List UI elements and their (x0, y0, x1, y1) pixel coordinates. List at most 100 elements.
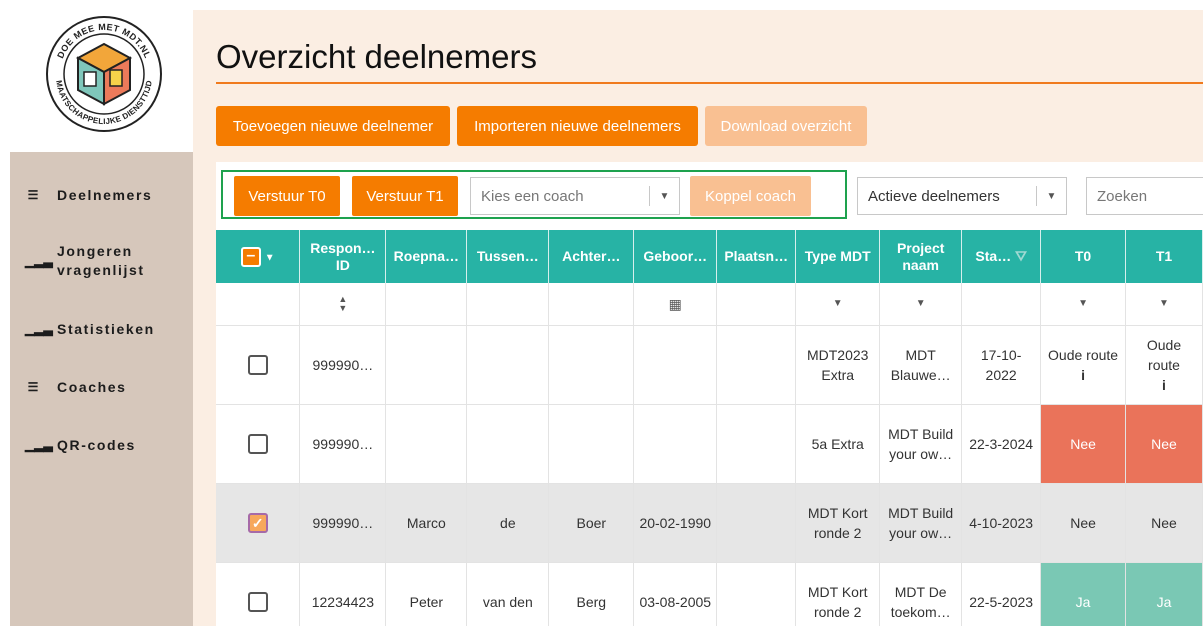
filter-icon[interactable]: ⛛ (1015, 248, 1027, 264)
col-project-naam[interactable]: Project naam (879, 230, 963, 283)
cell-plaats (716, 483, 797, 563)
filter-cell[interactable] (385, 283, 468, 326)
table-row[interactable]: ✓ 999990… Marco de Boer 20-02-1990 MDT K… (216, 483, 1203, 563)
calendar-icon[interactable]: ▦ (633, 283, 718, 326)
filter-cell[interactable] (716, 283, 797, 326)
cell-geboorte (633, 404, 718, 484)
chevron-down-icon[interactable]: ▼ (879, 283, 963, 326)
row-checkbox[interactable] (247, 355, 268, 376)
cell-roepnaam (385, 325, 468, 405)
coach-select[interactable]: Kies een coach ▼ (470, 177, 680, 215)
status-filter-select[interactable]: Actieve deelnemers ▼ (857, 177, 1067, 215)
sidebar-item-label: Statistieken (57, 321, 155, 337)
table-row[interactable]: 999990… MDT2023 Extra MDT Blauwe… 17-10-… (216, 325, 1203, 405)
cell-geboorte: 03-08-2005 (633, 562, 718, 626)
participants-grid: Verstuur T0 Verstuur T1 Kies een coach ▼… (216, 162, 1203, 626)
filter-cell[interactable] (548, 283, 635, 326)
cell-plaats (716, 325, 797, 405)
info-icon[interactable]: i (1162, 377, 1166, 393)
cell-project: MDT De toekom… (879, 562, 963, 626)
sidebar-item-statistieken[interactable]: ▁▂▃ Statistieken (10, 320, 193, 339)
import-participants-button[interactable]: Importeren nieuwe deelnemers (457, 106, 698, 146)
row-select[interactable] (216, 325, 301, 405)
cell-start: 22-5-2023 (961, 562, 1042, 626)
col-respondent-id[interactable]: Respon… ID (299, 230, 387, 283)
chevron-down-icon[interactable]: ▼ (265, 252, 275, 263)
cell-type: MDT2023 Extra (795, 325, 881, 405)
chevron-down-icon: ▼ (1036, 186, 1066, 206)
cell-tussen (466, 325, 550, 405)
select-all-header[interactable]: – ▼ (216, 230, 301, 283)
download-overview-button[interactable]: Download overzicht (705, 106, 867, 146)
add-participant-button[interactable]: Toevoegen nieuwe deelnemer (216, 106, 450, 146)
send-t0-button[interactable]: Verstuur T0 (234, 176, 340, 216)
sort-icon[interactable]: ▲ ▼ (299, 283, 387, 326)
chevron-down-icon[interactable]: ▼ (795, 283, 881, 326)
participants-table: – ▼ Respon… ID Roepna… Tussen… Achter… G… (216, 230, 1203, 626)
title-divider (216, 82, 1203, 84)
cell-t0: Ja (1040, 562, 1126, 626)
cell-t0: Nee (1040, 404, 1126, 484)
row-checkbox[interactable]: ✓ (247, 513, 268, 534)
cell-plaats (716, 562, 797, 626)
filter-row: ▲ ▼ ▦ ▼ ▼ ▼ ▼ (216, 283, 1203, 326)
page-title: Overzicht deelnemers (216, 38, 537, 75)
cell-type: 5a Extra (795, 404, 881, 484)
sidebar-item-coaches[interactable]: ☰ Coaches (10, 378, 193, 397)
sidebar-item-label: QR-codes (57, 437, 136, 453)
search-input[interactable]: Zoeken (1086, 177, 1203, 215)
list-icon: ☰ (27, 188, 39, 202)
row-select[interactable]: ✓ (216, 483, 301, 563)
mdt-logo[interactable]: DOE MEE MET MDT.NL MAATSCHAPPELIJKE DIEN… (44, 14, 164, 134)
filter-cell[interactable] (466, 283, 550, 326)
row-select[interactable] (216, 404, 301, 484)
col-plaatsnaam[interactable]: Plaatsn… (716, 230, 797, 283)
table-row[interactable]: 999990… 5a Extra MDT Build your ow… 22-3… (216, 404, 1203, 484)
cell-id: 999990… (299, 404, 387, 484)
sidebar-nav: ☰ Deelnemers ▁▂▃ Jongeren vragenlijst ▁▂… (10, 152, 193, 626)
chart-icon: ▁▂▃ (25, 253, 53, 268)
chart-icon: ▁▂▃ (25, 322, 53, 336)
cell-achter: Berg (548, 562, 635, 626)
col-start-label: Sta… (975, 248, 1012, 264)
cell-start: 22-3-2024 (961, 404, 1042, 484)
sidebar-item-label: Coaches (57, 379, 127, 395)
col-t1[interactable]: T1 (1125, 230, 1203, 283)
chevron-down-icon[interactable]: ▼ (1125, 283, 1203, 326)
cell-type: MDT Kort ronde 2 (795, 483, 881, 563)
coach-select-placeholder: Kies een coach (481, 187, 584, 205)
chart-icon: ▁▂▃ (25, 438, 53, 452)
sidebar-item-deelnemers[interactable]: ☰ Deelnemers (10, 186, 193, 205)
cell-t1: Nee (1125, 483, 1203, 563)
t0-status: Oude route (1048, 346, 1119, 363)
cell-project: MDT Build your ow… (879, 404, 963, 484)
cell-achter (548, 325, 635, 405)
info-icon[interactable]: i (1081, 367, 1085, 383)
link-coach-button[interactable]: Koppel coach (690, 176, 811, 216)
col-type-mdt[interactable]: Type MDT (795, 230, 881, 283)
header-row: – ▼ Respon… ID Roepna… Tussen… Achter… G… (216, 230, 1203, 283)
col-tussenvoegsel[interactable]: Tussen… (466, 230, 550, 283)
col-start[interactable]: Sta… ⛛ (961, 230, 1042, 283)
col-roepnaam[interactable]: Roepna… (385, 230, 468, 283)
cell-start: 17-10-2022 (961, 325, 1042, 405)
cell-tussen (466, 404, 550, 484)
cell-geboorte: 20-02-1990 (633, 483, 718, 563)
sidebar-item-jongeren-vragenlijst[interactable]: ▁▂▃ Jongeren vragenlijst (10, 242, 193, 280)
cell-achter: Boer (548, 483, 635, 563)
main-content: Overzicht deelnemers Toevoegen nieuwe de… (193, 10, 1203, 626)
select-all-checkbox[interactable]: – (240, 246, 261, 267)
chevron-down-icon[interactable]: ▼ (1040, 283, 1126, 326)
row-checkbox[interactable] (247, 434, 268, 455)
col-t0[interactable]: T0 (1040, 230, 1126, 283)
filter-cell[interactable] (961, 283, 1042, 326)
row-checkbox[interactable] (247, 592, 268, 613)
list-icon: ☰ (27, 380, 39, 394)
send-t1-button[interactable]: Verstuur T1 (352, 176, 458, 216)
sidebar-item-qr-codes[interactable]: ▁▂▃ QR-codes (10, 436, 193, 455)
row-select[interactable] (216, 562, 301, 626)
table-row[interactable]: 12234423 Peter van den Berg 03-08-2005 M… (216, 562, 1203, 626)
col-geboortedatum[interactable]: Geboor… (633, 230, 718, 283)
status-filter-value: Actieve deelnemers (868, 187, 1000, 205)
col-achternaam[interactable]: Achter… (548, 230, 635, 283)
